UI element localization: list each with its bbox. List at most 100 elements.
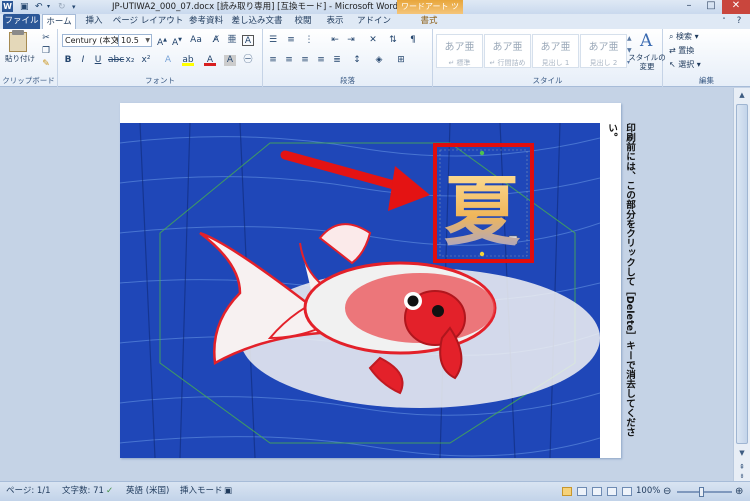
tab-review[interactable]: 校閲 (290, 14, 316, 29)
word-count[interactable]: 文字数: 71 (62, 482, 104, 501)
customize-quick-access-icon[interactable]: ▾ (72, 1, 76, 13)
paste-button[interactable]: 貼り付け (2, 54, 38, 63)
macro-record-icon[interactable]: ▣ (224, 482, 232, 501)
paste-icon[interactable] (9, 32, 27, 52)
document-area[interactable]: 夏 印刷前には、この部分をクリックして［Delete］キーで消去してください。 (0, 88, 733, 481)
zoom-out-icon[interactable]: ⊖ (663, 482, 671, 501)
close-button[interactable]: ✕ (722, 0, 750, 14)
borders-icon[interactable]: ⊞ (395, 55, 407, 66)
minimize-ribbon-icon[interactable]: ˄ (718, 14, 730, 29)
insert-mode[interactable]: 挿入モード (180, 482, 223, 501)
bullets-icon[interactable]: ☰ (267, 35, 279, 46)
grow-font-icon[interactable]: A▲ (156, 35, 168, 48)
character-shading-icon[interactable]: A (224, 55, 236, 66)
select-button[interactable]: ↖ 選択 ▾ (669, 60, 701, 70)
tab-insert[interactable]: 挿入 (80, 14, 108, 29)
cut-icon[interactable]: ✂ (40, 33, 52, 44)
wordart-natsu[interactable]: 夏 (444, 167, 521, 256)
copy-icon[interactable]: ❐ (40, 46, 52, 57)
align-left-icon[interactable]: ≡ (267, 55, 279, 66)
style-normal[interactable]: あア亜 ↵ 標準 (436, 34, 483, 68)
instruction-textbox[interactable]: 印刷前には、この部分をクリックして［Delete］キーで消去してください。 (602, 123, 635, 453)
save-icon[interactable]: ▣ (20, 1, 29, 13)
shading-icon[interactable]: ◈ (373, 55, 385, 66)
draft-view-icon[interactable] (622, 487, 632, 496)
tab-format[interactable]: 書式 (412, 14, 446, 29)
style-no-spacing[interactable]: あア亜 ↵ 行間詰め (484, 34, 531, 68)
scroll-down-icon[interactable]: ▼ (734, 446, 750, 460)
show-marks-icon[interactable]: ¶ (407, 35, 419, 46)
superscript-icon[interactable]: x² (140, 55, 152, 66)
full-screen-reading-icon[interactable] (577, 487, 587, 496)
undo-dropdown-icon[interactable]: ▾ (47, 1, 50, 13)
goldfish-drawing[interactable]: 夏 (120, 123, 600, 458)
justify-icon[interactable]: ≡ (315, 55, 327, 66)
numbering-icon[interactable]: ≡ (285, 35, 297, 46)
decrease-indent-icon[interactable]: ⇤ (329, 35, 341, 46)
style-heading-1[interactable]: あア亜 見出し 1 (532, 34, 579, 68)
find-button[interactable]: ⌕ 検索 ▾ (669, 32, 699, 42)
tab-home[interactable]: ホーム (42, 14, 76, 29)
styles-scroll-up-icon[interactable]: ▲ (627, 35, 632, 42)
change-case-icon[interactable]: Aa (190, 35, 202, 46)
proofing-icon[interactable]: ✓ (106, 482, 113, 501)
title-bar: W ▣ ↶ ▾ ↻ ▾ JP-UTIWA2_000_07.docx [読み取り専… (0, 0, 750, 25)
strikethrough-icon[interactable]: abc (108, 55, 124, 66)
character-border-icon[interactable]: A (242, 35, 254, 46)
tab-mailings[interactable]: 差し込み文書 (230, 14, 284, 29)
help-icon[interactable]: ? (732, 14, 746, 29)
subscript-icon[interactable]: x₂ (124, 55, 136, 66)
align-center-icon[interactable]: ≡ (283, 55, 295, 66)
minimize-button[interactable]: – (678, 0, 700, 14)
line-spacing-icon[interactable]: ↕ (351, 55, 363, 66)
sort-icon[interactable]: ⇅ (387, 35, 399, 46)
ribbon-tabs: ファイル ホーム 挿入 ページ レイアウト 参考資料 差し込み文書 校閲 表示 … (0, 14, 750, 29)
font-color-icon[interactable]: A (204, 55, 216, 66)
print-layout-view-icon[interactable] (562, 487, 572, 496)
language-indicator[interactable]: 英語 (米国) (126, 482, 169, 501)
font-size-combo[interactable]: 10.5 ▼ (118, 34, 152, 47)
zoom-slider-thumb[interactable] (699, 487, 704, 497)
word-logo-icon[interactable]: W (2, 1, 13, 12)
style-heading-2[interactable]: あア亜 見出し 2 (580, 34, 627, 68)
zoom-in-icon[interactable]: ⊕ (735, 482, 743, 501)
web-layout-icon[interactable] (592, 487, 602, 496)
undo-icon[interactable]: ↶ (35, 1, 43, 13)
document-page[interactable]: 夏 印刷前には、この部分をクリックして［Delete］キーで消去してください。 (120, 103, 635, 458)
clear-formatting-icon[interactable]: A̸ (210, 35, 222, 46)
styles-group-label: スタイル (532, 76, 563, 85)
replace-button[interactable]: ⇄ 置換 (669, 46, 694, 56)
change-styles-icon[interactable]: A (640, 31, 652, 51)
format-painter-icon[interactable]: ✎ (40, 59, 52, 70)
tab-page-layout[interactable]: ページ レイアウト (112, 14, 184, 29)
distribute-icon[interactable]: ≣ (331, 55, 343, 66)
multilevel-list-icon[interactable]: ⋮ (303, 35, 315, 46)
vertical-scrollbar[interactable]: ▲ ▼ ⇞ ⇟ (733, 88, 750, 481)
redo-icon[interactable]: ↻ (58, 1, 66, 13)
scroll-up-icon[interactable]: ▲ (734, 88, 750, 102)
status-bar: ページ: 1/1 文字数: 71 ✓ 英語 (米国) 挿入モード ▣ 100% … (0, 481, 750, 501)
scroll-thumb[interactable] (736, 104, 748, 444)
shrink-font-icon[interactable]: A▼ (171, 35, 183, 48)
bold-icon[interactable]: B (62, 55, 74, 66)
tab-view[interactable]: 表示 (322, 14, 348, 29)
tab-file[interactable]: ファイル (3, 14, 40, 29)
tab-addins[interactable]: アドイン (354, 14, 394, 29)
italic-icon[interactable]: I (77, 55, 89, 66)
highlight-icon[interactable]: ab (182, 55, 194, 66)
underline-icon[interactable]: U (92, 55, 104, 66)
page-indicator[interactable]: ページ: 1/1 (6, 482, 51, 501)
increase-indent-icon[interactable]: ⇥ (345, 35, 357, 46)
tab-references[interactable]: 参考資料 (186, 14, 226, 29)
text-effects-icon[interactable]: A (162, 55, 174, 66)
align-right-icon[interactable]: ≡ (299, 55, 311, 66)
enclose-characters-icon[interactable]: ㊀ (242, 55, 254, 66)
asian-layout-icon[interactable]: ✕ (367, 35, 379, 46)
zoom-level[interactable]: 100% (636, 482, 660, 501)
phonetic-guide-icon[interactable]: 亜 (226, 35, 238, 46)
change-styles-button[interactable]: スタイルの変更 (627, 53, 667, 71)
outline-view-icon[interactable] (607, 487, 617, 496)
font-name-combo[interactable]: Century (本文▼ (62, 34, 122, 47)
zoom-slider[interactable] (677, 491, 732, 493)
maximize-button[interactable]: □ (700, 0, 722, 14)
